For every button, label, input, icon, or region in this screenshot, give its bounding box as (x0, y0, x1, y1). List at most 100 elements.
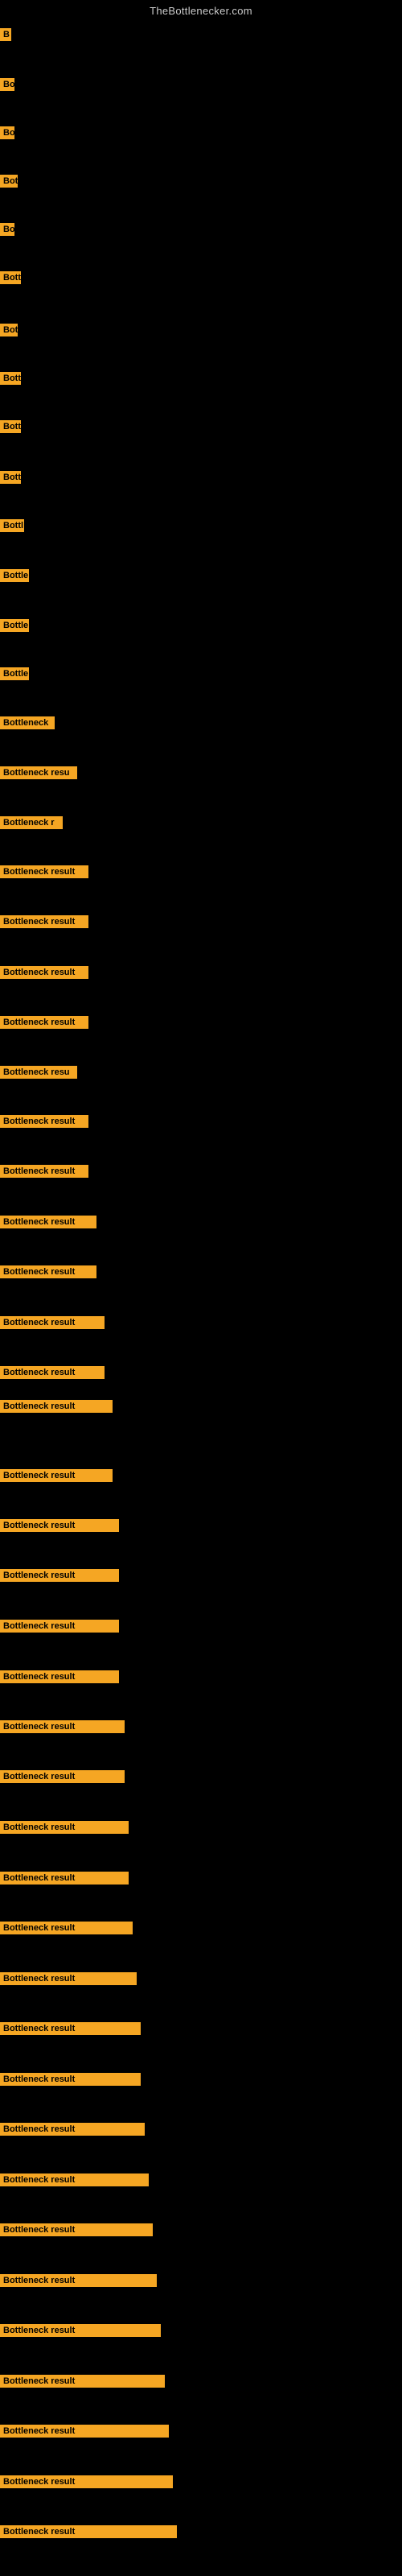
bar-label: Bottleneck result (0, 1519, 119, 1532)
bar-label: Bottleneck result (0, 1872, 129, 1885)
bar-label: Bottleneck result (0, 1165, 88, 1178)
bar-label: Bottleneck result (0, 2223, 153, 2236)
bar-row: Bottleneck result (0, 2324, 161, 2341)
bar-row: Bottleneck result (0, 1316, 105, 1333)
bar-label: Bott (0, 420, 21, 433)
bar-row: Bottle (0, 667, 29, 684)
bar-label: Bottleneck result (0, 865, 88, 878)
bar-row: B (0, 28, 11, 45)
bar-label: Bott (0, 271, 21, 284)
bar-row: Bottleneck result (0, 1569, 119, 1586)
bar-row: Bottleneck result (0, 1821, 129, 1838)
bar-row: Bottleneck result (0, 1216, 96, 1232)
bar-label: Bottleneck result (0, 2174, 149, 2186)
bar-row: Bottleneck result (0, 2375, 165, 2392)
bar-row: Bottleneck result (0, 915, 88, 932)
bar-label: Bottleneck result (0, 2324, 161, 2337)
bar-label: Bottleneck (0, 716, 55, 729)
bar-label: Bottleneck result (0, 915, 88, 928)
bar-label: Bottleneck result (0, 2525, 177, 2538)
bar-row: Bottleneck result (0, 2475, 173, 2492)
bar-label: Bot (0, 175, 18, 188)
bar-label: Bottl (0, 519, 24, 532)
site-title: TheBottlenecker.com (0, 0, 402, 20)
bar-label: Bo (0, 126, 14, 139)
bar-row: Bottleneck result (0, 966, 88, 983)
bar-row: Bott (0, 471, 21, 488)
bar-label: Bo (0, 223, 14, 236)
bar-row: Bottleneck r (0, 816, 63, 833)
bar-row: Bottleneck result (0, 1165, 88, 1182)
bar-row: Bott (0, 271, 21, 288)
bar-label: Bottleneck result (0, 1265, 96, 1278)
bar-row: Bottleneck result (0, 1265, 96, 1282)
bar-row: Bottleneck result (0, 865, 88, 882)
bar-row: Bottleneck resu (0, 766, 77, 783)
bar-label: B (0, 28, 11, 41)
bar-label: Bottleneck result (0, 2123, 145, 2136)
bar-row: Bottleneck result (0, 2525, 177, 2542)
bar-row: Bottleneck result (0, 1770, 125, 1787)
bar-label: Bottleneck result (0, 1016, 88, 1029)
bar-row: Bottleneck result (0, 2174, 149, 2190)
bar-label: Bottleneck result (0, 1770, 125, 1783)
bar-row: Bottl (0, 519, 24, 536)
bar-label: Bottleneck result (0, 1670, 119, 1683)
bar-label: Bottleneck result (0, 2475, 173, 2488)
bar-label: Bottleneck result (0, 1115, 88, 1128)
bar-label: Bottleneck resu (0, 1066, 77, 1079)
bar-label: Bottleneck result (0, 1620, 119, 1633)
bar-row: Bottleneck result (0, 1366, 105, 1383)
bar-row: Bottleneck result (0, 2073, 141, 2090)
bar-row: Bottleneck result (0, 1469, 113, 1486)
bar-row: Bottleneck result (0, 1016, 88, 1033)
bar-label: Bot (0, 324, 18, 336)
bar-row: Bottleneck result (0, 1670, 119, 1687)
bar-label: Bottleneck result (0, 1821, 129, 1834)
bar-label: Bottle (0, 619, 29, 632)
bar-label: Bottleneck result (0, 2022, 141, 2035)
bar-label: Bottleneck result (0, 1922, 133, 1934)
bar-label: Bottleneck result (0, 1316, 105, 1329)
bar-row: Bottleneck result (0, 2022, 141, 2039)
bar-label: Bottleneck result (0, 1569, 119, 1582)
bar-row: Bot (0, 324, 18, 341)
bar-label: Bottleneck result (0, 1972, 137, 1985)
bar-row: Bott (0, 420, 21, 437)
bar-label: Bottle (0, 569, 29, 582)
bar-row: Bottleneck result (0, 1872, 129, 1889)
bar-row: Bo (0, 78, 14, 95)
bar-label: Bottleneck result (0, 2073, 141, 2086)
bar-label: Bottleneck result (0, 2425, 169, 2438)
bar-label: Bottleneck result (0, 1720, 125, 1733)
bar-row: Bottleneck result (0, 2123, 145, 2140)
bar-row: Bottleneck result (0, 2274, 157, 2291)
bar-row: Bot (0, 175, 18, 192)
bar-row: Bottleneck result (0, 1400, 113, 1417)
bar-label: Bottleneck result (0, 2274, 157, 2287)
bar-label: Bottleneck result (0, 1469, 113, 1482)
bar-label: Bottleneck result (0, 1366, 105, 1379)
bar-row: Bottle (0, 569, 29, 586)
bar-label: Bott (0, 372, 21, 385)
bar-row: Bottleneck resu (0, 1066, 77, 1083)
bar-label: Bottleneck result (0, 1400, 113, 1413)
bar-row: Bottleneck result (0, 1972, 137, 1989)
bar-row: Bo (0, 223, 14, 240)
bar-label: Bottleneck result (0, 1216, 96, 1228)
bar-label: Bottleneck resu (0, 766, 77, 779)
bar-label: Bott (0, 471, 21, 484)
bar-label: Bottleneck r (0, 816, 63, 829)
bar-row: Bottleneck result (0, 2425, 169, 2442)
bar-label: Bottleneck result (0, 2375, 165, 2388)
bar-label: Bottle (0, 667, 29, 680)
bar-row: Bo (0, 126, 14, 143)
bar-row: Bottleneck result (0, 1922, 133, 1938)
bar-row: Bottleneck result (0, 1620, 119, 1637)
bar-row: Bottle (0, 619, 29, 636)
bar-row: Bottleneck (0, 716, 55, 733)
bar-row: Bott (0, 372, 21, 389)
bar-row: Bottleneck result (0, 2223, 153, 2240)
bar-label: Bottleneck result (0, 966, 88, 979)
bar-label: Bo (0, 78, 14, 91)
